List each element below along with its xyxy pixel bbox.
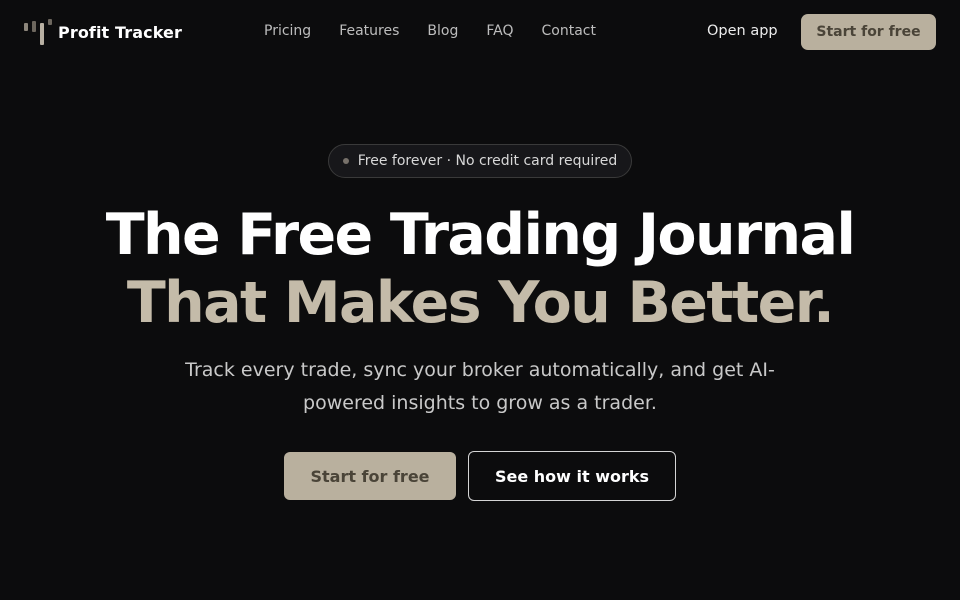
nav-start-free-button[interactable]: Start for free <box>801 14 936 50</box>
nav-link-pricing[interactable]: Pricing <box>264 23 311 39</box>
nav-link-faq[interactable]: FAQ <box>486 23 513 39</box>
brand-logo[interactable]: Profit Tracker <box>24 19 182 45</box>
status-dot-icon <box>342 158 349 164</box>
nav-link-contact[interactable]: Contact <box>541 23 595 39</box>
top-navigation: Profit Tracker Pricing Features Blog FAQ… <box>0 0 960 64</box>
see-how-it-works-button[interactable]: See how it works <box>468 451 676 501</box>
landing-page: Profit Tracker Pricing Features Blog FAQ… <box>0 0 960 600</box>
free-forever-badge: Free forever · No credit card required <box>328 144 632 178</box>
headline-line-2: That Makes You Better. <box>126 270 835 336</box>
hero-subtext: Track every trade, sync your broker auto… <box>185 359 775 414</box>
nav-link-features[interactable]: Features <box>339 23 399 39</box>
start-for-free-button[interactable]: Start for free <box>284 452 456 500</box>
open-app-link[interactable]: Open app <box>707 23 778 39</box>
nav-link-blog[interactable]: Blog <box>427 23 458 39</box>
headline-line-1: The Free Trading Journal <box>105 202 856 268</box>
bar-chart-logo-icon <box>24 19 52 45</box>
nav-links: Pricing Features Blog FAQ Contact <box>264 23 596 39</box>
badge-text: Free forever · No credit card required <box>357 153 618 169</box>
hero-headline: The Free Trading Journal That Makes You … <box>0 196 960 332</box>
brand-name: Profit Tracker <box>58 22 182 42</box>
